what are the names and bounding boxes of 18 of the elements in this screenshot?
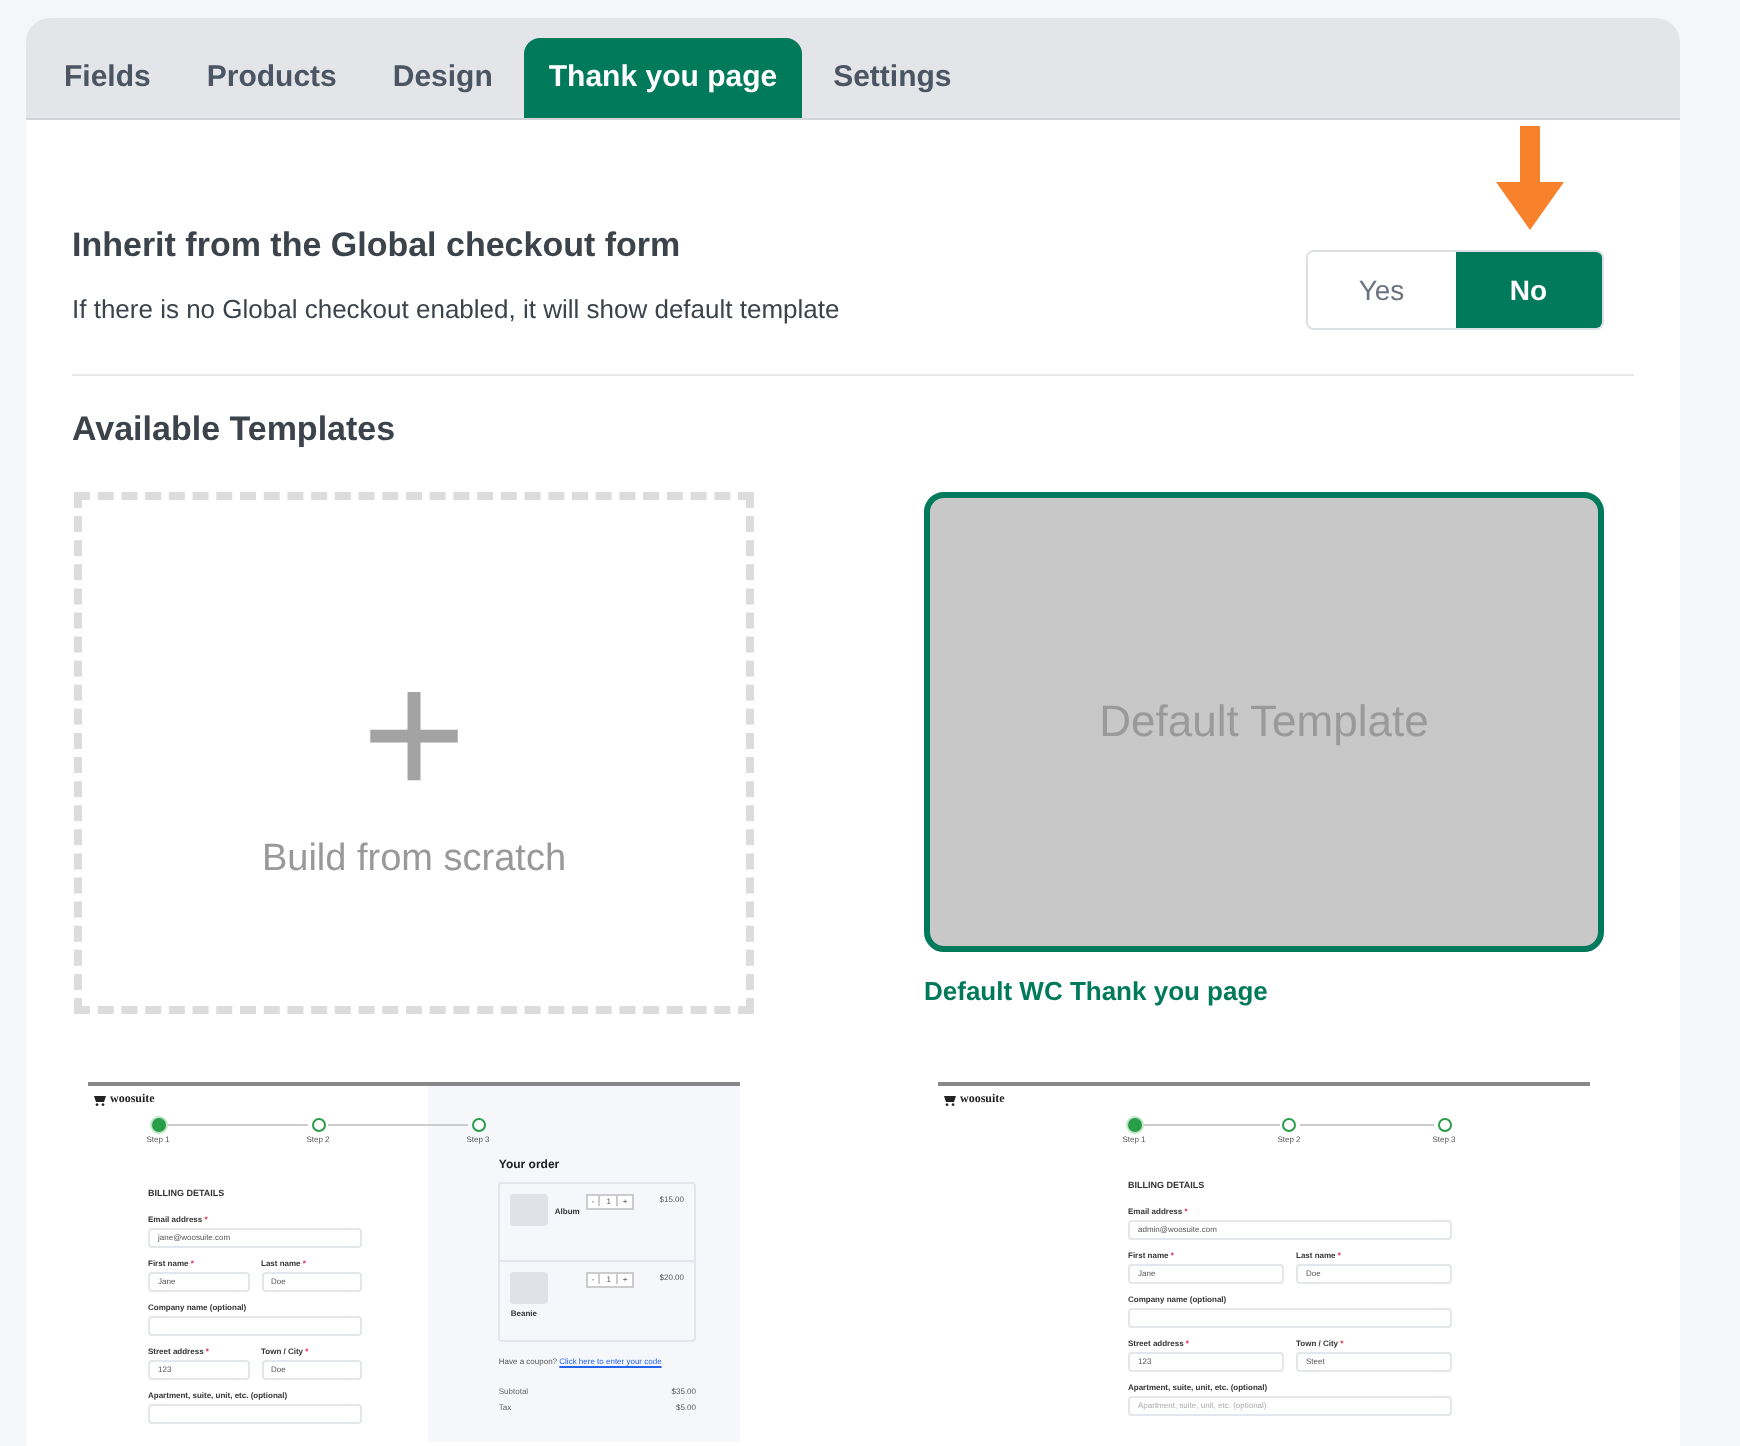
cart-icon — [94, 1095, 106, 1105]
tab[interactable]: Fields — [40, 38, 175, 118]
input-field[interactable] — [148, 1403, 362, 1423]
template-caption: Default WC Thank you page — [924, 973, 1270, 1010]
setting-title: Inherit from the Global checkout form — [72, 224, 683, 268]
tab[interactable]: Settings — [809, 38, 976, 118]
input-field[interactable] — [1128, 1307, 1452, 1327]
plus-symbol: + — [361, 655, 467, 816]
tab[interactable]: Design — [368, 38, 517, 118]
tab[interactable]: Thank you page — [524, 38, 802, 118]
down-arrow-icon — [1496, 126, 1564, 230]
cart-icon — [944, 1095, 956, 1105]
input-field[interactable] — [148, 1315, 362, 1335]
toggle-option[interactable]: No — [1455, 252, 1602, 328]
card-label: Build from scratch — [261, 835, 567, 884]
section-title: Available Templates — [72, 408, 398, 452]
tab[interactable]: Products — [182, 38, 361, 118]
setting-description: If there is no Global checkout enabled, it will show default template — [72, 291, 840, 328]
